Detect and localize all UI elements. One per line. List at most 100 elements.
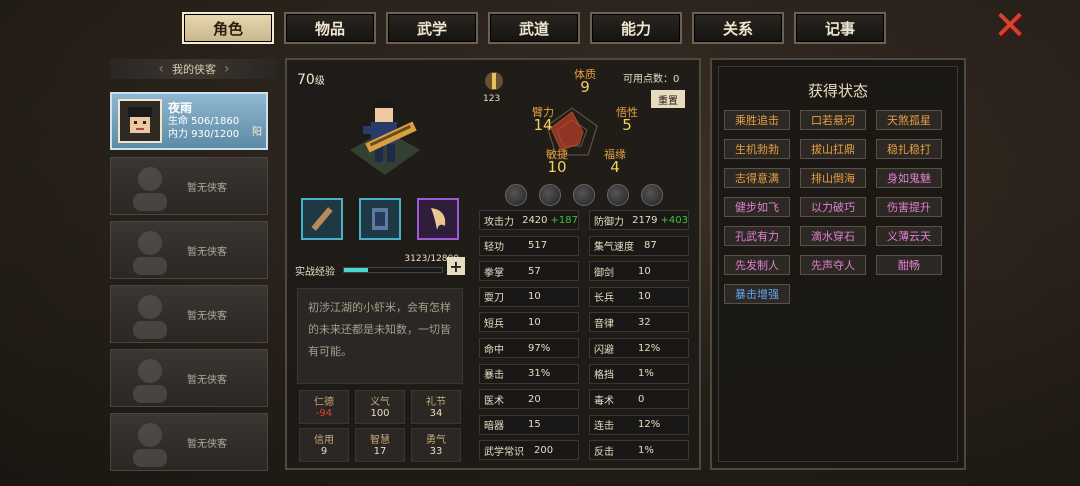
buff-badge[interactable]: 身如鬼魅 (876, 168, 942, 188)
attr-value: 4 (610, 158, 620, 176)
tab-relations[interactable]: 关系 (692, 12, 784, 44)
buff-badge[interactable]: 稳扎稳打 (876, 139, 942, 159)
buff-badge[interactable]: 先发制人 (724, 255, 790, 275)
empty-slot-label: 暂无侠客 (187, 182, 227, 194)
stat-row: 长兵 10 (589, 286, 689, 307)
stat-row: 轻功 517 (479, 235, 579, 256)
gem-slot[interactable] (505, 184, 527, 206)
stat-label: 轻功 (484, 242, 504, 254)
tab-martial-arts[interactable]: 武学 (386, 12, 478, 44)
buff-badge[interactable]: 天煞孤星 (876, 110, 942, 130)
stat-value: 10 (528, 316, 541, 328)
buff-badge[interactable]: 排山倒海 (800, 168, 866, 188)
buff-badge[interactable]: 志得意满 (724, 168, 790, 188)
stat-row: 格挡 1% (589, 363, 689, 384)
stat-row: 集气速度 87 (589, 235, 689, 256)
stat-row: 防御力 2179 +403 (589, 210, 689, 230)
stat-value: 200 (534, 444, 554, 456)
stat-row: 医术 20 (479, 389, 579, 410)
roster-empty-slot[interactable]: 暂无侠客 (110, 349, 268, 407)
equip-slot-armor[interactable] (359, 198, 401, 240)
stat-row: 闪避 12% (589, 338, 689, 358)
tab-items[interactable]: 物品 (284, 12, 376, 44)
empty-slot-label: 暂无侠客 (187, 374, 227, 386)
gem-slot[interactable] (641, 184, 663, 206)
stat-label: 医术 (484, 395, 504, 407)
stat-row: 武学常识 200 (479, 440, 579, 461)
stat-label: 暗器 (484, 421, 504, 433)
stat-value: 15 (528, 419, 541, 431)
roster-empty-slot[interactable]: 暂无侠客 (110, 221, 268, 279)
tab-martial-way[interactable]: 武道 (488, 12, 580, 44)
stat-label: 集气速度 (594, 242, 634, 254)
roster-empty-slot[interactable]: 暂无侠客 (110, 285, 268, 343)
stat-value: 2179 (632, 214, 658, 226)
silhouette-icon (133, 231, 167, 275)
virtue-courtesy: 礼节 34 (411, 390, 461, 424)
buff-badge[interactable]: 义薄云天 (876, 226, 942, 246)
buff-badge[interactable]: 伤害提升 (876, 197, 942, 217)
virtue-wisdom: 智慧 17 (355, 428, 405, 462)
stat-value: 20 (528, 393, 541, 405)
status-title: 获得状态 (807, 82, 868, 100)
armor-icon (372, 208, 388, 230)
close-icon[interactable]: ✕ (992, 6, 1028, 46)
buff-badge[interactable]: 以力破巧 (800, 197, 866, 217)
level-unit: 级 (314, 76, 325, 87)
add-xp-button[interactable]: + (447, 257, 465, 276)
stat-value: 32 (638, 316, 651, 328)
buff-badge[interactable]: 拔山扛鼎 (800, 139, 866, 159)
buff-badge[interactable]: 口若悬河 (800, 110, 866, 130)
tab-character[interactable]: 角色 (182, 12, 274, 44)
gem-slot[interactable] (573, 184, 595, 206)
virtue-loyalty: 义气 100 (355, 390, 405, 424)
virtue-value: 33 (429, 446, 443, 457)
attribute-points-label: 可用点数： (623, 74, 673, 85)
stat-label: 短兵 (484, 318, 504, 330)
roster-empty-slot[interactable]: 暂无侠客 (110, 157, 268, 215)
roster-empty-slot[interactable]: 暂无侠客 (110, 413, 268, 471)
attribute-points: 可用点数：0 (623, 70, 679, 85)
buff-badge[interactable]: 乘胜追击 (724, 110, 790, 130)
stat-label: 攻击力 (484, 216, 514, 228)
attr-comprehension: 悟性 5 (609, 106, 645, 133)
virtue-value: 9 (320, 446, 328, 457)
chevron-left-icon[interactable]: ‹ (158, 61, 164, 77)
stat-row: 暴击 31% (479, 363, 579, 384)
buff-badge[interactable]: 酣畅 (876, 255, 942, 275)
buff-badge[interactable]: 滴水穿石 (800, 226, 866, 246)
stat-bonus: +187 (550, 214, 578, 226)
level-display: 70级 (297, 72, 325, 88)
buff-badge[interactable]: 健步如飞 (724, 197, 790, 217)
equip-slot-accessory[interactable] (417, 198, 459, 240)
gem-slot[interactable] (539, 184, 561, 206)
buff-badge[interactable]: 暴击增强 (724, 284, 790, 304)
stat-label: 长兵 (594, 293, 614, 305)
virtue-trust: 信用 9 (299, 428, 349, 462)
attribute-points-value: 0 (673, 74, 680, 85)
gem-slot[interactable] (607, 184, 629, 206)
roster-hero-card[interactable]: 夜雨 生命 506/1860 内力 930/1200 阳 (110, 92, 268, 150)
stat-row: 短兵 10 (479, 312, 579, 333)
hero-hp: 生命 506/1860 (168, 115, 240, 127)
stat-row: 毒术 0 (589, 389, 689, 410)
stat-row: 命中 97% (479, 338, 579, 358)
buff-badge[interactable]: 先声夺人 (800, 255, 866, 275)
tab-abilities[interactable]: 能力 (590, 12, 682, 44)
attr-fortune: 福缘 4 (597, 148, 633, 176)
buff-badge[interactable]: 生机勃勃 (724, 139, 790, 159)
tab-journal[interactable]: 记事 (794, 12, 886, 44)
chevron-right-icon[interactable]: › (224, 61, 230, 77)
stat-label: 反击 (594, 446, 614, 458)
tab-bar: 角色 物品 武学 武道 能力 关系 记事 (182, 12, 886, 44)
empty-slot-label: 暂无侠客 (187, 310, 227, 322)
hero-name: 夜雨 (168, 100, 193, 115)
reset-button[interactable]: 重置 (651, 90, 685, 108)
buff-badge[interactable]: 孔武有力 (724, 226, 790, 246)
equip-slot-weapon[interactable] (301, 198, 343, 240)
hero-avatar (118, 99, 162, 143)
character-panel: 70级 实战经验 3123/12800 + 初涉江湖的小虾米，会有怎样的未来还都… (285, 58, 701, 470)
stat-value: 10 (638, 291, 651, 303)
stat-row: 攻击力 2420 +187 (479, 210, 579, 230)
stat-row: 拳掌 57 (479, 261, 579, 282)
